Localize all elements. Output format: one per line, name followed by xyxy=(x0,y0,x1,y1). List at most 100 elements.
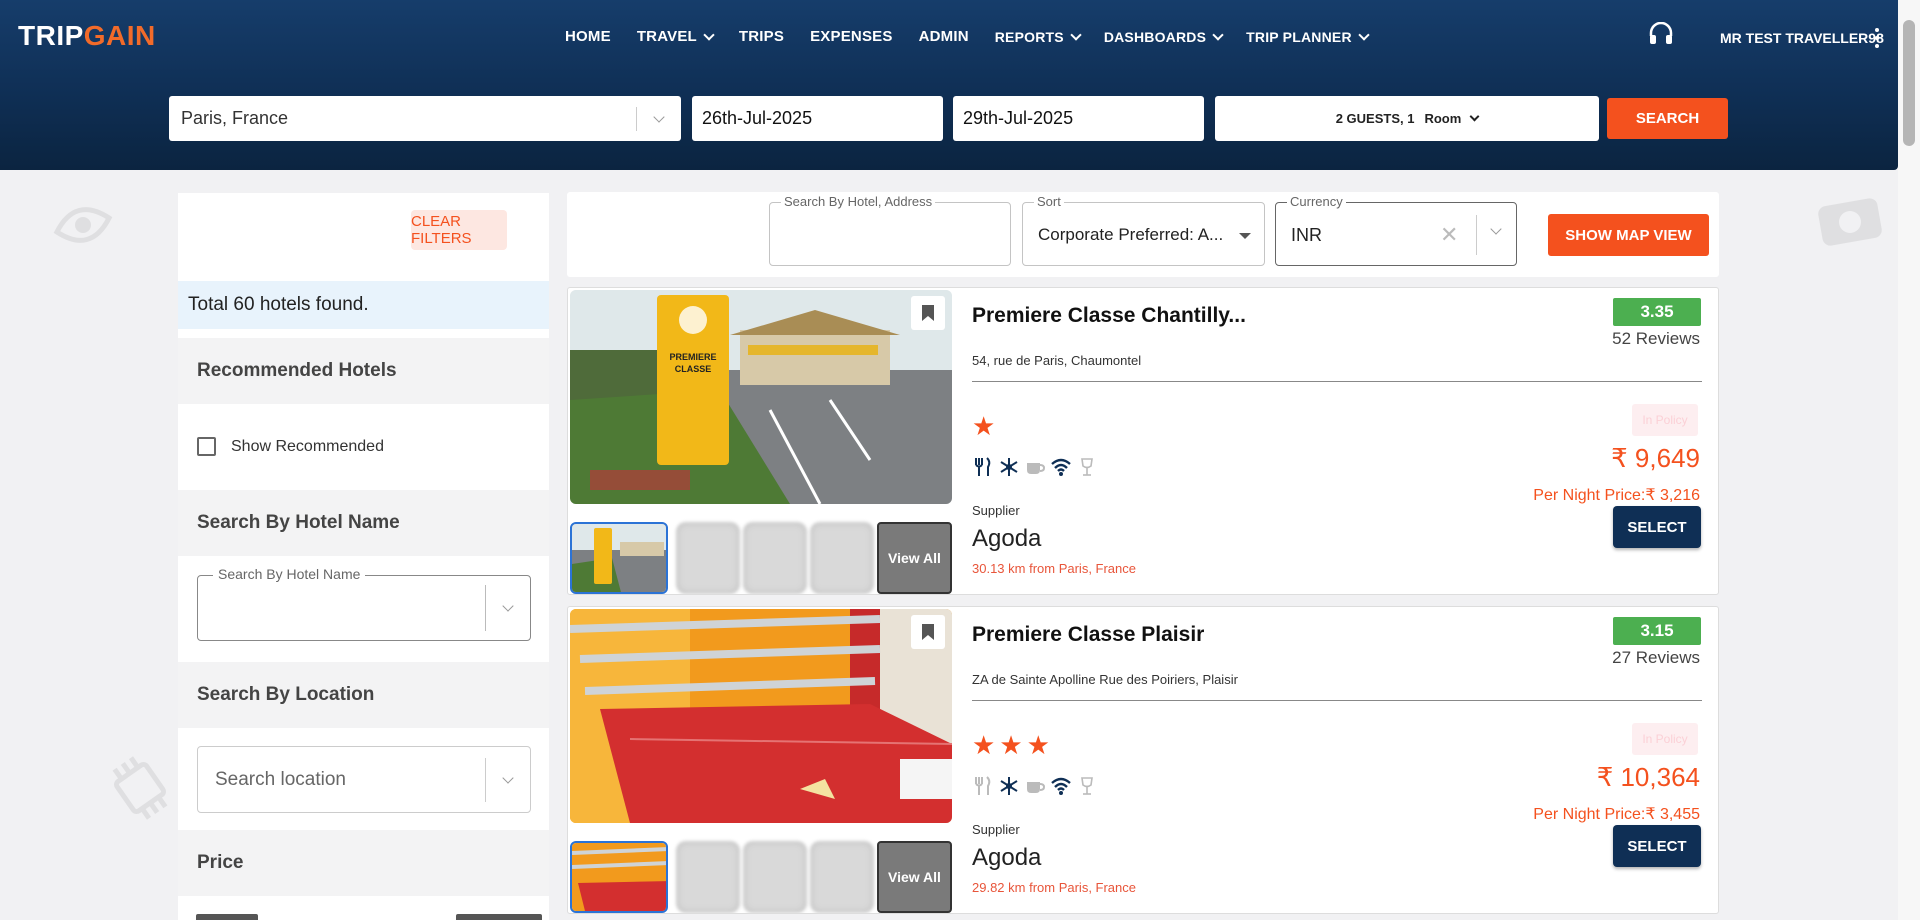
chip-watermark-icon xyxy=(112,756,168,820)
show-map-view-button[interactable]: SHOW MAP VIEW xyxy=(1548,214,1709,256)
chevron-down-icon xyxy=(1212,28,1224,41)
check-in-date-field[interactable]: 26th-Jul-2025 xyxy=(692,96,943,141)
guests-count: 2 GUESTS, 1 xyxy=(1335,111,1415,126)
currency-select[interactable]: Currency INR ✕ xyxy=(1275,194,1517,266)
hotel-address-search-input[interactable]: Search By Hotel, Address xyxy=(769,194,1011,266)
hotel-address: ZA de Sainte Apolline Rue des Poiriers, … xyxy=(972,672,1238,687)
hotel-address-search-legend: Search By Hotel, Address xyxy=(781,194,936,209)
star-icon: ★ xyxy=(1026,730,1050,760)
logo-text-trip: TRIP xyxy=(18,20,84,51)
bookmark-icon xyxy=(922,624,934,640)
more-options-icon[interactable] xyxy=(1874,28,1880,48)
view-all-photos-button[interactable]: View All xyxy=(877,841,952,913)
thumbnail-placeholder xyxy=(810,841,874,913)
bookmark-button[interactable] xyxy=(911,296,945,330)
hotel-photo[interactable]: PREMIERE CLASSE xyxy=(570,290,952,504)
nav-dashboards[interactable]: DASHBOARDS xyxy=(1103,28,1224,45)
hotel-name[interactable]: Premiere Classe Chantilly... xyxy=(972,304,1246,328)
logo-text-gain: GAIN xyxy=(83,20,156,51)
nav-trip-planner[interactable]: TRIP PLANNER xyxy=(1246,29,1370,45)
wifi-icon xyxy=(1051,777,1071,795)
top-header: TRIP GAIN HOME TRAVEL TRIPS EXPENSES ADMI… xyxy=(0,0,1898,170)
chevron-down-icon xyxy=(1469,111,1480,122)
hotel-name-dropdown-toggle[interactable] xyxy=(486,600,530,612)
destination-value: Paris, France xyxy=(181,108,289,128)
sort-value: Corporate Preferred: A... xyxy=(1038,225,1224,244)
thumbnail-placeholder xyxy=(810,522,874,594)
coffee-icon xyxy=(1027,463,1046,474)
supplier-name: Agoda xyxy=(972,844,1042,871)
reviews-count: 52 Reviews xyxy=(1612,329,1700,348)
show-recommended-row[interactable]: Show Recommended xyxy=(197,437,384,456)
destination-select[interactable]: Paris, France xyxy=(169,96,681,141)
results-toolbar: Search By Hotel, Address Sort Corporate … xyxy=(567,192,1719,277)
nav-dashboards-label: DASHBOARDS xyxy=(1103,28,1207,45)
nav-expenses[interactable]: EXPENSES xyxy=(810,28,892,45)
per-night-price: Per Night Price:₹ 3,216 xyxy=(1533,487,1700,504)
search-button[interactable]: SEARCH xyxy=(1607,98,1728,139)
nav-travel[interactable]: TRAVEL xyxy=(637,28,715,45)
currency-value: INR xyxy=(1291,225,1322,245)
show-recommended-checkbox[interactable] xyxy=(197,437,216,456)
tripgain-logo[interactable]: TRIP GAIN xyxy=(18,20,156,52)
nav-reports[interactable]: REPORTS xyxy=(995,29,1082,45)
total-price: ₹ 10,364 xyxy=(1596,762,1700,792)
chevron-down-icon xyxy=(703,28,715,41)
chevron-down-icon xyxy=(502,771,514,784)
view-all-photos-button[interactable]: View All xyxy=(877,522,952,594)
distance-text: 29.82 km from Paris, France xyxy=(972,880,1136,895)
check-out-date-field[interactable]: 29th-Jul-2025 xyxy=(953,96,1204,141)
hotel-card: PREMIERE CLASSE View All Premiere Classe… xyxy=(567,287,1719,595)
hotel-address: 54, rue de Paris, Chaumontel xyxy=(972,353,1142,368)
wifi-icon xyxy=(1051,458,1071,476)
clear-icon[interactable]: ✕ xyxy=(1440,222,1458,248)
nav-expenses-label: EXPENSES xyxy=(810,28,893,45)
nav-admin[interactable]: ADMIN xyxy=(919,28,969,45)
hotel-name-select[interactable]: Search By Hotel Name xyxy=(197,566,531,641)
nav-trips[interactable]: TRIPS xyxy=(739,28,784,45)
thumbnail-placeholder xyxy=(676,841,740,913)
chevron-down-icon[interactable] xyxy=(1490,223,1502,235)
rating-badge: 3.35 xyxy=(1613,298,1701,326)
star-icon: ★ xyxy=(972,411,996,441)
destination-dropdown-toggle[interactable] xyxy=(637,110,681,123)
hotel-thumbnail[interactable] xyxy=(570,522,668,594)
amenities xyxy=(972,775,1098,797)
select-button[interactable]: SELECT xyxy=(1613,506,1701,548)
headset-icon[interactable] xyxy=(1648,22,1674,46)
page-scrollbar[interactable] xyxy=(1898,0,1920,920)
svg-text:PREMIERE: PREMIERE xyxy=(669,352,716,362)
hotel-name[interactable]: Premiere Classe Plaisir xyxy=(972,623,1204,647)
star-icon: ★ xyxy=(999,730,1023,760)
eye-watermark-icon xyxy=(53,207,113,243)
scrollbar-thumb[interactable] xyxy=(1903,20,1915,146)
distance-text: 30.13 km from Paris, France xyxy=(972,561,1136,576)
price-min-handle[interactable] xyxy=(196,914,258,920)
room-label: Room xyxy=(1424,111,1462,126)
guests-rooms-selector[interactable]: 2 GUESTS, 1 Room xyxy=(1215,96,1599,141)
nav-home[interactable]: HOME xyxy=(565,28,611,45)
thumbnail-placeholder xyxy=(743,841,807,913)
location-dropdown-toggle[interactable] xyxy=(486,771,530,784)
in-policy-badge: In Policy xyxy=(1632,723,1698,755)
select-button[interactable]: SELECT xyxy=(1613,825,1701,867)
divider xyxy=(972,700,1702,701)
show-recommended-label: Show Recommended xyxy=(231,437,384,455)
hotel-thumbnail[interactable] xyxy=(570,841,668,913)
price-max-handle[interactable] xyxy=(456,914,542,920)
coffee-icon xyxy=(1027,782,1046,793)
bookmark-icon xyxy=(922,305,934,321)
location-placeholder: Search location xyxy=(215,768,346,790)
total-hotels-count: Total 60 hotels found. xyxy=(178,281,549,329)
air-conditioning-icon xyxy=(1000,777,1018,795)
divider xyxy=(1476,215,1477,255)
location-select[interactable]: Search location xyxy=(197,746,531,813)
hotel-photo[interactable] xyxy=(570,609,952,823)
user-name[interactable]: MR TEST TRAVELLER98 xyxy=(1720,30,1884,46)
sort-select[interactable]: Sort Corporate Preferred: A... xyxy=(1022,194,1265,266)
chevron-down-icon xyxy=(502,600,514,612)
in-policy-badge: In Policy xyxy=(1632,404,1698,436)
clear-filters-button[interactable]: CLEAR FILTERS xyxy=(411,210,507,250)
hotel-name-legend: Search By Hotel Name xyxy=(213,566,366,582)
bookmark-button[interactable] xyxy=(911,615,945,649)
